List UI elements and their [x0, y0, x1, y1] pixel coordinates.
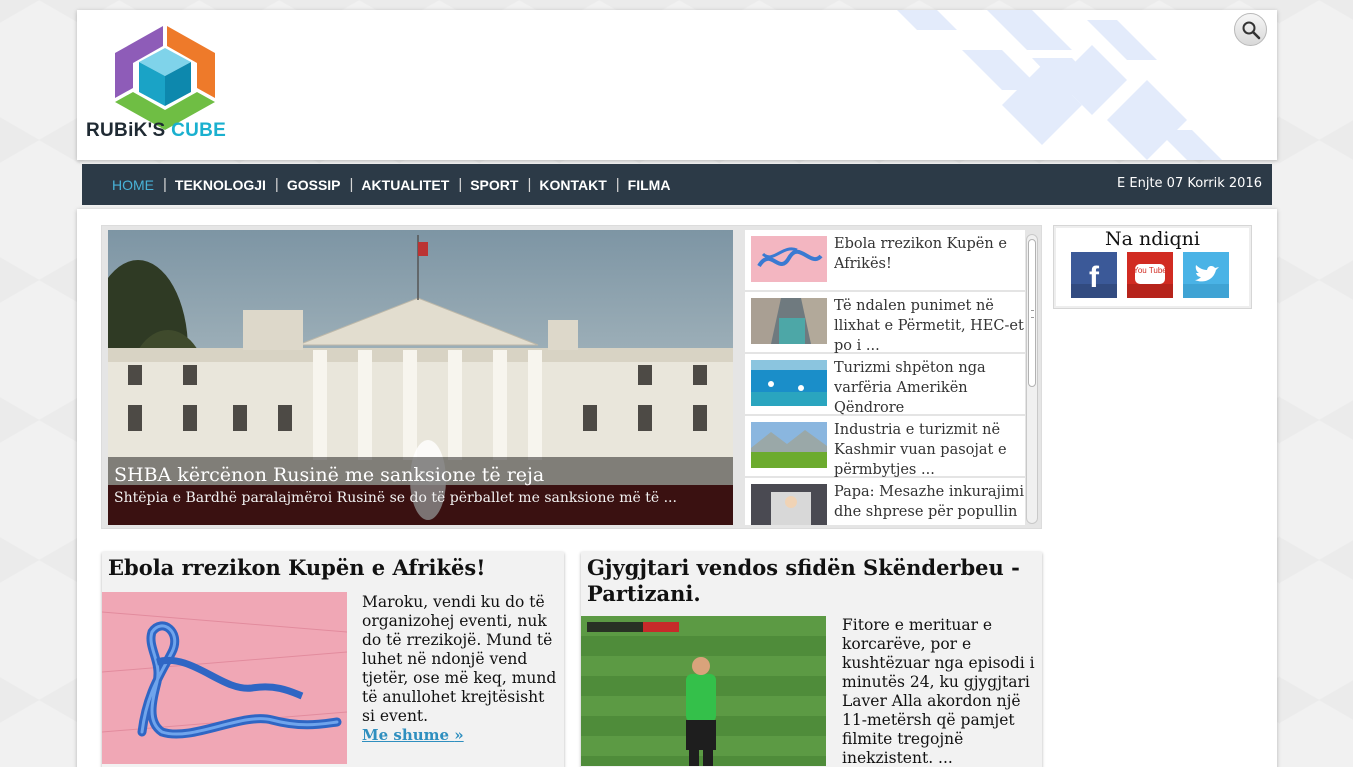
nav-separator: | — [615, 176, 620, 193]
slide-caption: SHBA kërcënon Rusinë me sanksione të rej… — [108, 457, 733, 525]
double-chevron-right-icon: » — [454, 726, 464, 744]
svg-text:f: f — [1089, 261, 1100, 294]
nav-separator: | — [163, 176, 167, 193]
thumb-title: Industria e turizmit në Kashmir vuan pas… — [834, 422, 1007, 478]
list-item[interactable]: Turizmi shpëton nga varfëria Amerikën Që… — [745, 354, 1025, 416]
facebook-icon: f — [1071, 252, 1117, 298]
nav-item-gossip[interactable]: GOSSIP — [287, 177, 341, 193]
logo-word-rubiks: RUBiK'S — [86, 120, 166, 141]
list-item[interactable]: Ebola rrezikon Kupën e Afrikës! — [745, 230, 1025, 292]
nav-item-home[interactable]: HOME — [112, 177, 154, 193]
nav-item-aktualitet[interactable]: AKTUALITET — [361, 177, 449, 193]
twitter-button[interactable] — [1183, 252, 1229, 298]
article-excerpt: Maroku, vendi ku do të organizohej event… — [362, 593, 562, 745]
nav-separator: | — [527, 176, 532, 193]
article-card: Ebola rrezikon Kupën e Afrikës! Maroku, … — [102, 552, 564, 767]
header-decoration — [897, 10, 1222, 160]
nav-separator: | — [458, 176, 463, 193]
excerpt-text: Maroku, vendi ku do të organizohej event… — [362, 593, 557, 725]
main-content: SHBA kërcënon Rusinë me sanksione të rej… — [77, 209, 1277, 767]
current-date: E Enjte 07 Korrik 2016 — [1117, 176, 1262, 191]
read-more-label[interactable]: Me shume — [362, 726, 449, 744]
nav-item-kontakt[interactable]: KONTAKT — [539, 177, 606, 193]
list-item[interactable]: Papa: Mesazhe inkurajimi dhe shprese për… — [745, 478, 1025, 525]
youtube-label: You Tube — [1133, 266, 1167, 275]
site-header: RUBiK'S CUBE — [77, 10, 1277, 160]
read-more-link[interactable]: Me shume » — [362, 726, 464, 744]
youtube-button[interactable]: You Tube — [1127, 252, 1173, 298]
nav-separator: | — [349, 176, 354, 193]
featured-slide[interactable]: SHBA kërcënon Rusinë me sanksione të rej… — [108, 230, 733, 525]
thumb-title: Papa: Mesazhe inkurajimi dhe shprese për… — [834, 484, 1025, 525]
main-navigation: HOME | TEKNOLOGJI | GOSSIP | AKTUALITET … — [82, 164, 1272, 205]
twitter-icon — [1183, 252, 1229, 298]
nav-separator: | — [274, 176, 279, 193]
thumb-title: Të ndalen punimet në llixhat e Përmetit,… — [834, 298, 1024, 354]
scrollbar-thumb[interactable] — [1028, 239, 1036, 387]
article-title[interactable]: Ebola rrezikon Kupën e Afrikës! — [102, 552, 564, 581]
ebola-article-image[interactable] — [102, 592, 347, 764]
facebook-button[interactable]: f — [1071, 252, 1117, 298]
slide-title[interactable]: SHBA kërcënon Rusinë me sanksione të rej… — [114, 463, 727, 488]
article-title[interactable]: Gjygjtari vendos sfidën Skënderbeu -Part… — [581, 552, 1042, 607]
thumb-list-scrollbar[interactable] — [1026, 234, 1038, 524]
list-item[interactable]: Të ndalen punimet në llixhat e Përmetit,… — [745, 292, 1025, 354]
kashmir-thumbnail — [751, 422, 827, 468]
nav-item-sport[interactable]: SPORT — [470, 177, 518, 193]
slide-description: Shtëpia e Bardhë paralajmëroi Rusinë se … — [114, 490, 677, 506]
search-icon — [1242, 21, 1260, 39]
football-article-image[interactable] — [581, 616, 826, 766]
beach-thumbnail — [751, 360, 827, 406]
follow-us-widget: Na ndiqni f You Tube — [1053, 225, 1252, 309]
thumb-title: Ebola rrezikon Kupën e Afrikës! — [834, 236, 1007, 272]
list-item[interactable]: Industria e turizmit në Kashmir vuan pas… — [745, 416, 1025, 478]
ebola-thumbnail — [751, 236, 827, 282]
nav-item-teknologji[interactable]: TEKNOLOGJI — [175, 177, 266, 193]
featured-slider: SHBA kërcënon Rusinë me sanksione të rej… — [101, 225, 1042, 529]
nav-items: HOME | TEKNOLOGJI | GOSSIP | AKTUALITET … — [82, 164, 670, 205]
scrollbar-grip — [1031, 310, 1034, 318]
nav-item-filma[interactable]: FILMA — [628, 177, 671, 193]
pope-thumbnail — [751, 484, 827, 525]
logo-word-cube: CUBE — [171, 120, 227, 141]
search-button[interactable] — [1234, 13, 1267, 46]
logo-text: RUBiK'S CUBE — [86, 120, 226, 142]
youtube-icon: You Tube — [1127, 252, 1173, 298]
canyon-thumbnail — [751, 298, 827, 344]
thumb-title: Turizmi shpëton nga varfëria Amerikën Që… — [834, 360, 986, 416]
article-excerpt: Fitore e merituar e korcarëve, por e kus… — [842, 616, 1035, 767]
follow-title: Na ndiqni — [1105, 228, 1200, 250]
article-card: Gjygjtari vendos sfidën Skënderbeu -Part… — [581, 552, 1042, 767]
slider-thumbnail-list: Ebola rrezikon Kupën e Afrikës! Të ndale… — [745, 230, 1025, 525]
